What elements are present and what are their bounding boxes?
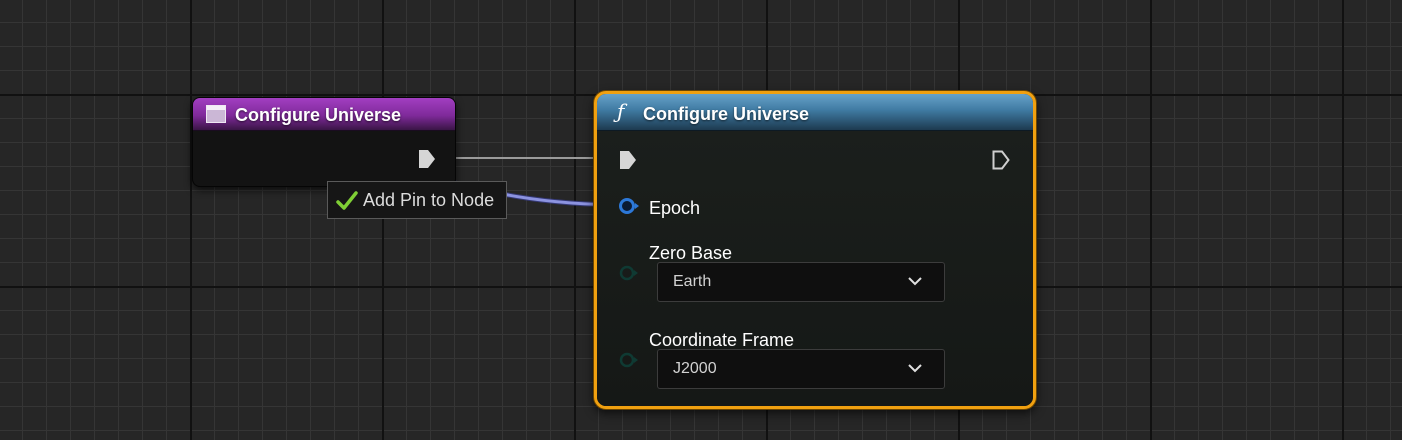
coordinate-frame-dropdown[interactable]: J2000 xyxy=(657,349,945,389)
exec-output-pin[interactable] xyxy=(418,149,436,169)
exec-input-pin[interactable] xyxy=(619,150,637,170)
zero-base-label: Zero Base xyxy=(649,243,733,263)
coordinate-frame-label: Coordinate Frame xyxy=(649,330,795,350)
zero-base-pin[interactable] xyxy=(618,264,640,282)
epoch-pin[interactable] xyxy=(618,197,640,215)
zero-base-dropdown[interactable]: Earth xyxy=(657,262,945,302)
node-title: Configure Universe xyxy=(643,104,810,124)
exec-output-pin[interactable] xyxy=(992,150,1010,170)
tooltip-label: Add Pin to Node xyxy=(363,190,495,210)
add-pin-tooltip: Add Pin to Node xyxy=(327,181,507,219)
chevron-down-icon xyxy=(908,277,922,286)
checkmark-icon xyxy=(336,191,358,210)
chevron-down-icon xyxy=(908,364,922,373)
node-header: ƒ Configure Universe xyxy=(597,94,1033,131)
node-header: Configure Universe xyxy=(193,98,455,131)
function-icon: ƒ xyxy=(617,99,625,123)
configure-universe-source-node[interactable]: Configure Universe xyxy=(192,97,456,187)
window-icon xyxy=(206,105,226,123)
coordinate-frame-pin[interactable] xyxy=(618,351,640,369)
zero-base-value: Earth xyxy=(673,273,712,290)
configure-universe-function-node[interactable]: ƒ Configure Universe Epoch Zero Base Ear… xyxy=(594,91,1036,409)
epoch-label: Epoch xyxy=(649,198,701,218)
node-title: Configure Universe xyxy=(235,105,402,125)
coordinate-frame-value: J2000 xyxy=(673,360,717,377)
